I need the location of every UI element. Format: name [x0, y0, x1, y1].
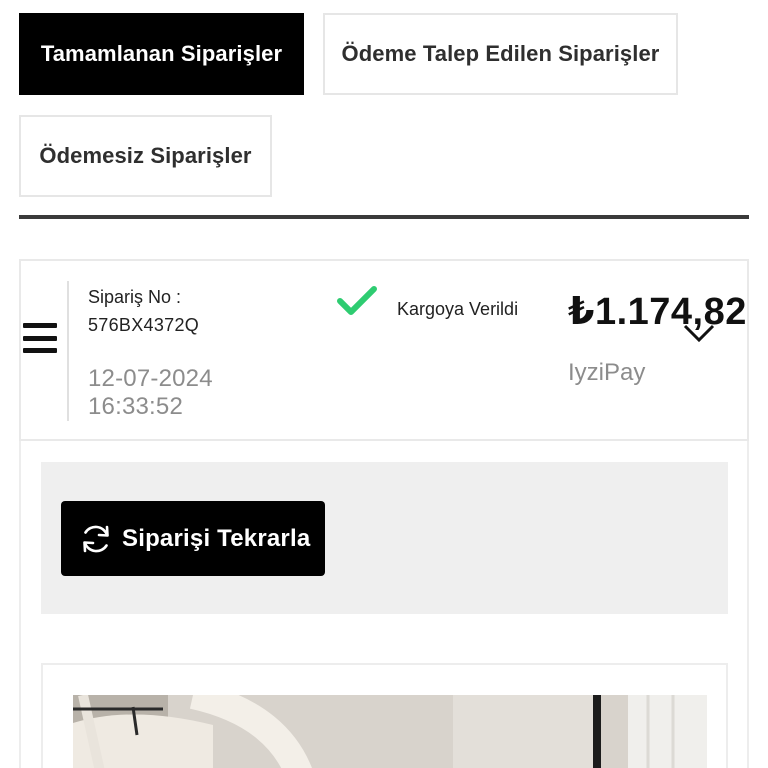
order-status: Kargoya Verildi — [397, 299, 519, 319]
tab-payment-requested-orders[interactable]: Ödeme Talep Edilen Siparişler — [323, 13, 678, 95]
check-icon — [337, 286, 377, 315]
order-number-label: Sipariş No : — [88, 287, 182, 307]
order-time: 16:33:52 — [88, 393, 184, 420]
chevron-down-icon[interactable] — [682, 323, 716, 345]
orders-page: Tamamlanan Siparişler Ödeme Talep Edilen… — [0, 0, 768, 768]
reorder-button-label: Siparişi Tekrarla — [122, 524, 311, 552]
refresh-icon — [83, 525, 109, 552]
card-divider — [67, 281, 69, 421]
product-image — [73, 695, 707, 768]
product-item — [41, 663, 728, 768]
tabs-divider — [19, 215, 749, 219]
payment-method: IyziPay — [568, 359, 646, 386]
tab-unpaid-orders[interactable]: Ödemesiz Siparişler — [19, 115, 272, 197]
order-date: 12-07-2024 — [88, 365, 213, 392]
order-card[interactable]: Sipariş No : 576BX4372Q 12-07-2024 16:33… — [19, 259, 749, 441]
reorder-button[interactable]: Siparişi Tekrarla — [61, 501, 325, 576]
menu-icon[interactable] — [23, 323, 57, 353]
order-number: 576BX4372Q — [88, 315, 200, 335]
order-total: ₺1.174,82 — [568, 291, 747, 333]
tab-completed-orders[interactable]: Tamamlanan Siparişler — [19, 13, 304, 95]
